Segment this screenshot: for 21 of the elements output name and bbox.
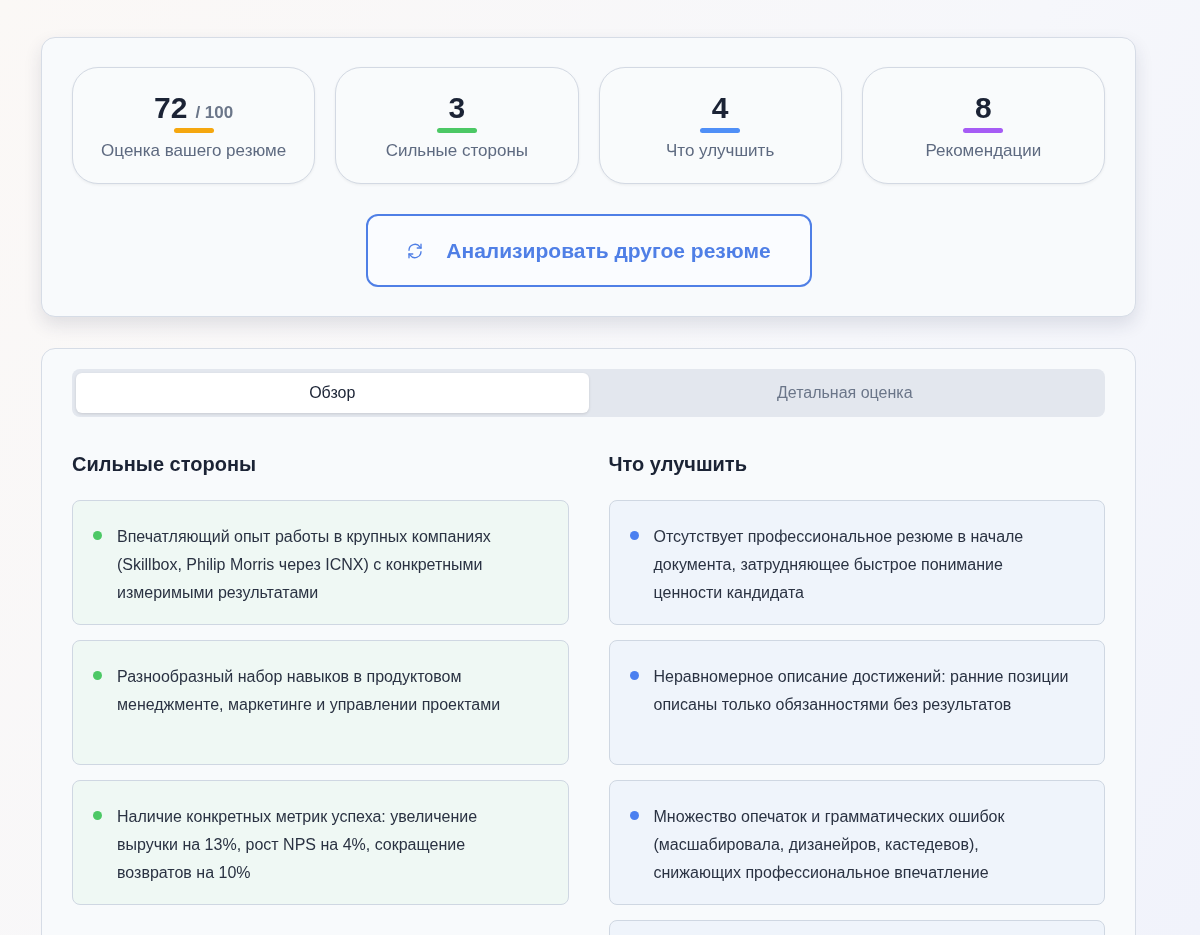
tab[interactable]: Обзор (76, 373, 589, 413)
section-heading: Сильные стороны (72, 453, 258, 476)
stat-max: / 100 (195, 103, 234, 123)
item-text: Множество опечаток и грамматических ошибок (масшабировала, дизанейров, кастедевов), снижающих профессиональное впечатление (653, 807, 1006, 883)
stat-value: 3 (448, 92, 466, 124)
stat-label: Что улучшить (665, 141, 775, 161)
stat-value: 72 (154, 92, 188, 124)
item-text: Отсутствует профессиональное резюме в начале документа, затрудняющее быстрое понимание ценности кандидата (653, 527, 1025, 603)
refresh-icon (406, 241, 425, 260)
stat-label: Сильные стороны (385, 141, 529, 161)
stat-label: Рекомендации (925, 141, 1042, 161)
item-text: Впечатляющий опыт работы в крупных компаниях (Skillbox, Philip Morris через ICNX) с конкретными измеримыми результатами (117, 527, 492, 603)
analyze-button[interactable]: Анализировать другое резюме (365, 214, 812, 287)
item-text: Наличие конкретных метрик успеха: увеличение выручки на 13%, рост NPS на 4%, сокращение возвратов на 10% (117, 807, 479, 883)
stat-value: 8 (975, 92, 992, 124)
section-heading: Что улучшить (608, 453, 748, 476)
stat-value: 4 (711, 92, 729, 124)
item-text: Разнообразный набор навыков в продуктовом менеджменте, маркетинге и управлении проектами (117, 667, 502, 715)
item-text: Неравномерное описание достижений: ранние позиции описаны только обязанностями без результатов (653, 667, 1070, 715)
stat-label: Оценка вашего резюме (101, 141, 287, 161)
tab[interactable]: Детальная оценка (588, 373, 1101, 413)
